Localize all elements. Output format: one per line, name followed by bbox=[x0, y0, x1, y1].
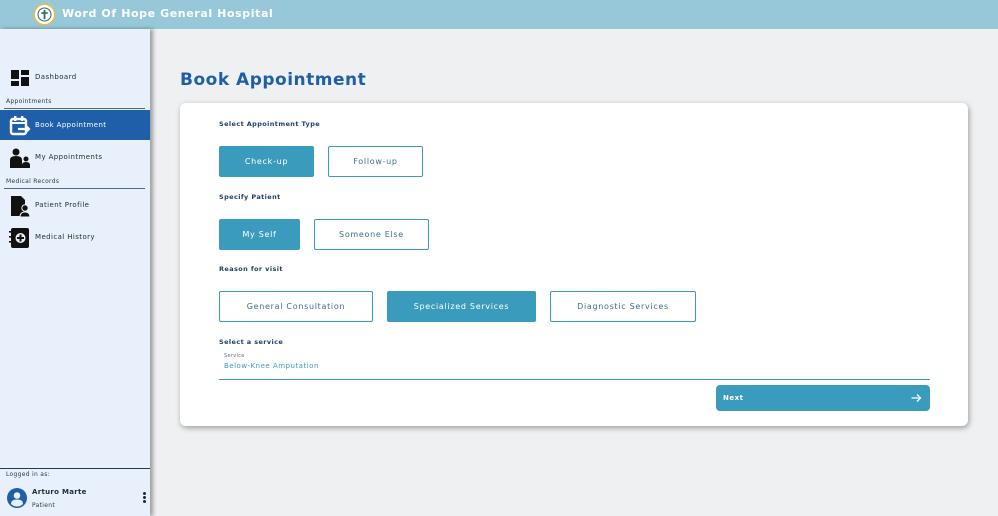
option-check-up[interactable]: Check-up bbox=[219, 146, 314, 177]
app-title: Word Of Hope General Hospital bbox=[62, 7, 274, 20]
logged-in-user: Logged in as: Arturo Marte Patient bbox=[0, 468, 150, 516]
booking-form-card: Select Appointment Type Check-up Follow-… bbox=[180, 103, 968, 426]
next-button[interactable]: Next bbox=[716, 385, 930, 411]
sidebar-item-my-appointments[interactable]: My Appointments bbox=[0, 142, 150, 172]
section-label-medical-records: Medical Records bbox=[6, 178, 60, 185]
medical-notebook-icon bbox=[9, 228, 29, 248]
user-avatar-icon bbox=[7, 488, 27, 508]
sidebar: Dashboard Appointments Book Appointment … bbox=[0, 29, 150, 516]
top-bar: Word Of Hope General Hospital bbox=[0, 0, 998, 29]
service-select-field[interactable]: Service Below-Knee Amputation bbox=[219, 348, 930, 380]
section-label-appointments: Appointments bbox=[6, 98, 52, 105]
option-specialized-services[interactable]: Specialized Services bbox=[387, 291, 536, 322]
appointment-type-label: Select Appointment Type bbox=[219, 120, 321, 128]
calendar-arrow-icon bbox=[9, 116, 31, 136]
logged-in-label: Logged in as: bbox=[6, 471, 51, 478]
next-button-label: Next bbox=[723, 394, 744, 402]
sidebar-item-dashboard[interactable]: Dashboard bbox=[0, 62, 150, 92]
user-role: Patient bbox=[32, 502, 55, 509]
hospital-cross-emblem-icon bbox=[37, 7, 52, 22]
sidebar-item-label: Medical History bbox=[35, 233, 95, 241]
specify-patient-label: Specify Patient bbox=[219, 193, 281, 201]
arrow-right-icon bbox=[911, 394, 922, 402]
sidebar-item-label: Patient Profile bbox=[35, 201, 90, 209]
option-general-consultation[interactable]: General Consultation bbox=[219, 291, 373, 322]
sidebar-item-label: Book Appointment bbox=[35, 121, 107, 129]
sidebar-item-label: Dashboard bbox=[35, 73, 77, 81]
reason-for-visit-label: Reason for visit bbox=[219, 265, 283, 273]
sidebar-item-medical-history[interactable]: Medical History bbox=[0, 222, 150, 252]
service-field-label: Service bbox=[224, 353, 245, 359]
user-name: Arturo Marte bbox=[32, 488, 87, 496]
section-divider bbox=[4, 188, 145, 189]
select-service-label: Select a service bbox=[219, 338, 284, 346]
option-follow-up[interactable]: Follow-up bbox=[328, 146, 423, 177]
section-divider bbox=[4, 108, 145, 109]
service-value: Below-Knee Amputation bbox=[224, 362, 319, 370]
sidebar-item-book-appointment[interactable]: Book Appointment bbox=[0, 110, 150, 140]
sidebar-item-label: My Appointments bbox=[35, 153, 103, 161]
user-document-icon bbox=[11, 196, 31, 217]
option-diagnostic-services[interactable]: Diagnostic Services bbox=[550, 291, 696, 322]
dashboard-grid-icon bbox=[11, 70, 29, 86]
more-vertical-icon[interactable] bbox=[140, 492, 148, 506]
option-someone-else[interactable]: Someone Else bbox=[314, 219, 429, 250]
page-title: Book Appointment bbox=[180, 70, 367, 90]
doctor-patient-icon bbox=[10, 148, 30, 168]
sidebar-item-patient-profile[interactable]: Patient Profile bbox=[0, 190, 150, 220]
hospital-logo bbox=[33, 3, 56, 26]
option-my-self[interactable]: My Self bbox=[219, 219, 300, 250]
